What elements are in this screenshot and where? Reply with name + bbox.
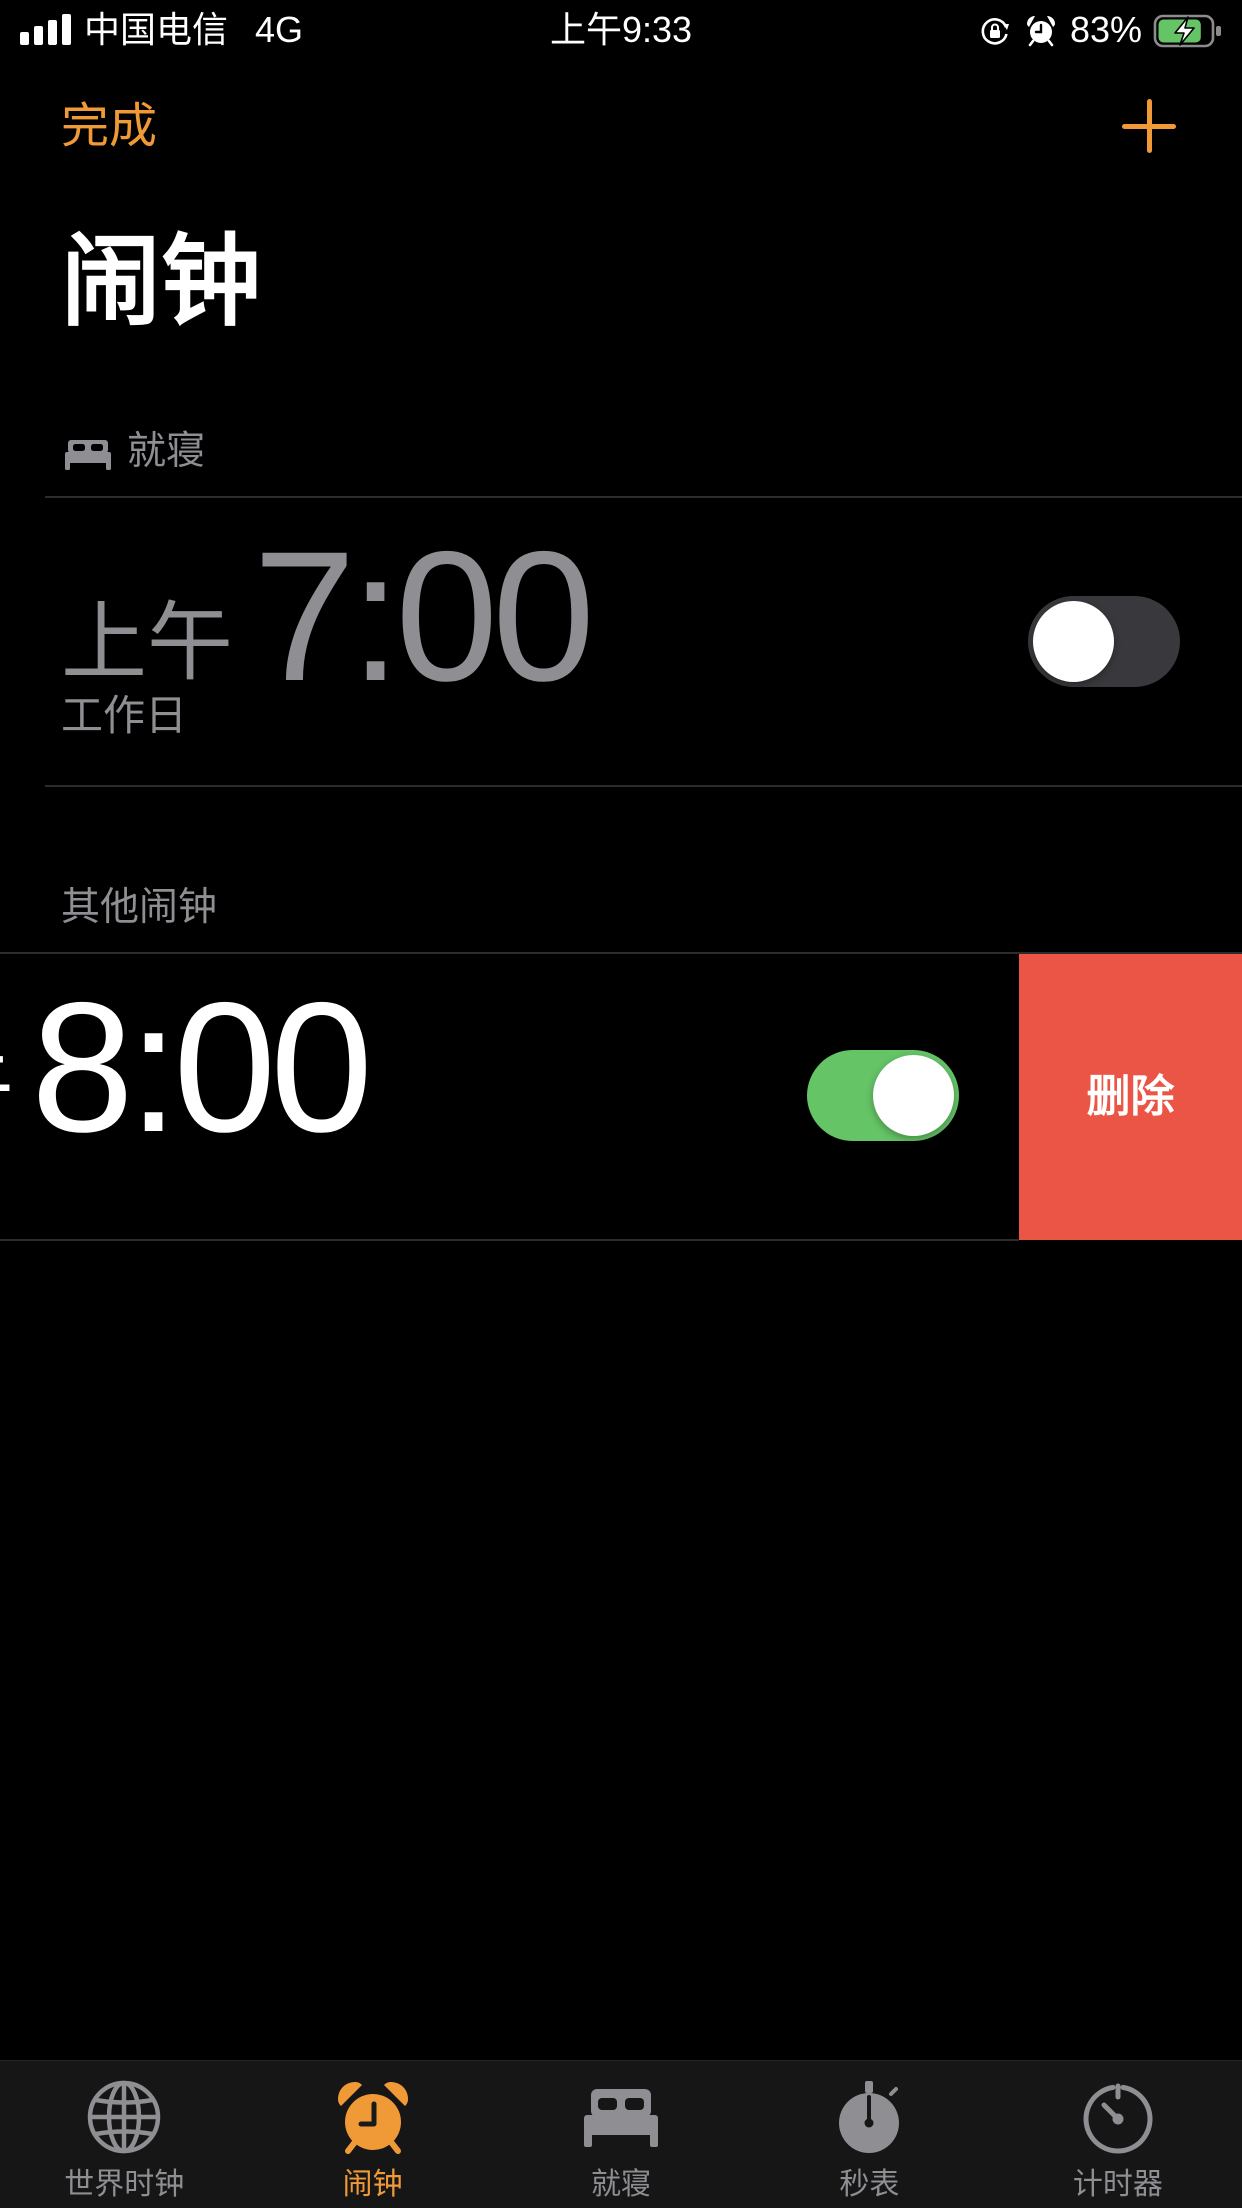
tab-bar: 世界时钟 闹钟 就寝 秒表 计时器	[0, 2060, 1242, 2208]
battery-percent: 83%	[1070, 9, 1143, 50]
tab-timer[interactable]: 计时器	[994, 2061, 1242, 2208]
orientation-lock-icon	[979, 15, 1011, 47]
section-header-sleep: 就寝	[127, 430, 206, 473]
done-button[interactable]: 完成	[61, 103, 157, 151]
delete-label: 删除	[1086, 1072, 1175, 1121]
tab-label: 计时器	[1072, 2168, 1163, 2201]
tab-stopwatch[interactable]: 秒表	[745, 2061, 993, 2208]
bed-icon	[65, 437, 111, 471]
alarm-toggle[interactable]	[807, 1050, 959, 1141]
tab-world-clock[interactable]: 世界时钟	[0, 2061, 248, 2208]
bed-icon	[581, 2077, 661, 2157]
tab-bedtime[interactable]: 就寝	[497, 2061, 745, 2208]
tab-label: 秒表	[839, 2168, 900, 2201]
alarm-time: 8:00	[31, 965, 373, 1171]
alarm-icon	[1024, 13, 1058, 47]
alarm-row-content[interactable]: 上午 8:00	[0, 954, 1019, 1240]
tab-alarm[interactable]: 闹钟	[248, 2061, 496, 2208]
separator	[45, 785, 1242, 787]
toggle-knob	[873, 1055, 954, 1136]
alarm-row[interactable]: 上午 7:00 工作日	[0, 498, 1242, 785]
alarm-ampm: 上午	[61, 595, 233, 691]
status-bar: 中国电信 4G 上午9:33 83%	[0, 0, 1242, 63]
alarm-time: 7:00	[253, 514, 595, 720]
page-title: 闹钟	[61, 226, 261, 338]
globe-icon	[84, 2077, 164, 2157]
alarm-clock-icon	[333, 2077, 413, 2157]
separator	[0, 1239, 1019, 1241]
alarm-ampm: 上午	[0, 1045, 14, 1131]
tab-label: 闹钟	[342, 2168, 403, 2201]
toggle-knob	[1033, 601, 1114, 682]
plus-icon[interactable]	[1122, 99, 1176, 153]
alarm-row[interactable]: 上午 8:00 删除	[0, 954, 1242, 1240]
alarm-toggle[interactable]	[1028, 596, 1180, 687]
alarm-repeat: 工作日	[61, 692, 188, 739]
delete-button[interactable]: 删除	[1019, 954, 1242, 1240]
tab-label: 世界时钟	[64, 2168, 185, 2201]
battery-icon	[1153, 13, 1225, 49]
stopwatch-icon	[829, 2077, 909, 2157]
section-header-other-alarms: 其他闹钟	[61, 886, 218, 929]
tab-label: 就寝	[591, 2168, 652, 2201]
timer-icon	[1078, 2077, 1158, 2157]
